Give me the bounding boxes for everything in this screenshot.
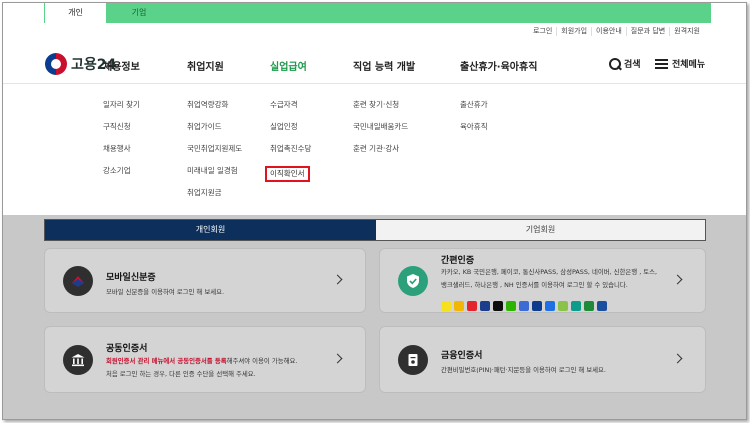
auth-provider-logo-icon <box>545 301 555 311</box>
tab-personal-member[interactable]: 개인회원 <box>45 220 376 240</box>
submenu-item[interactable]: 취업가이드 <box>187 122 242 132</box>
nav-item-parental-leave[interactable]: 출산휴가·육아휴직 <box>460 58 537 73</box>
member-type-tabs: 개인회원 기업회원 <box>44 219 706 241</box>
financial-certificate-login-card[interactable]: 금융인증서 간편비밀번호(PIN)·패턴·지문등을 이용하여 로그인 해 보세요… <box>379 326 706 393</box>
auth-provider-logo-icon <box>532 301 542 311</box>
auth-provider-logo-icon <box>454 301 464 311</box>
card-description: 모바일 신분증을 이용하여 로그인 해 보세요. <box>106 288 225 296</box>
tab-corporate-member[interactable]: 기업회원 <box>376 220 705 240</box>
submenu-col-jobs: 일자리 찾기 구직신청 채용행사 강소기업 <box>103 100 140 176</box>
auth-provider-logo-icon <box>597 301 607 311</box>
card-description-line2: 처음 로그인 하는 경우, 다른 인증 수단을 선택해 주세요. <box>106 370 256 378</box>
certificate-document-icon <box>398 344 428 375</box>
chevron-right-icon <box>672 274 683 284</box>
qna-link[interactable]: 질문과 답변 <box>625 27 669 36</box>
submenu-item[interactable]: 훈련 찾기·신청 <box>353 100 408 110</box>
submenu-item[interactable]: 육아휴직 <box>460 122 488 132</box>
submenu-item[interactable]: 구직신청 <box>103 122 140 132</box>
submenu-item[interactable]: 국민취업지원제도 <box>187 144 242 154</box>
login-panel-dimmed: 개인회원 기업회원 모바일신분증 모바일 신분증을 이용하여 로그인 해 보세요… <box>3 215 746 419</box>
search-icon <box>609 57 621 70</box>
search-button[interactable]: 검색 <box>609 57 641 70</box>
mobile-id-login-card[interactable]: 모바일신분증 모바일 신분증을 이용하여 로그인 해 보세요. <box>44 248 366 313</box>
submenu-col-vocational-training: 훈련 찾기·신청 국민내일배움카드 훈련 기관·강사 <box>353 100 408 154</box>
card-description-line2: 뱅크샐러드, 하나은행 , NH 인증서를 이용하여 로그인 할 수 있습니다. <box>441 281 628 289</box>
submenu-item[interactable]: 출산휴가 <box>460 100 488 110</box>
submenu-item[interactable]: 채용행사 <box>103 144 140 154</box>
card-description: 간편비밀번호(PIN)·패턴·지문등을 이용하여 로그인 해 보세요. <box>441 366 606 374</box>
card-title: 모바일신분증 <box>106 273 156 283</box>
notice-rest: 해주셔야 이용이 가능해요. <box>226 357 298 365</box>
submenu-item[interactable]: 일자리 찾기 <box>103 100 140 110</box>
card-description-line1: 카카오, KB 국민은행, 페이코, 통신사PASS, 삼성PASS, 네이버,… <box>441 268 658 276</box>
submenu-item[interactable]: 미래내일 일경험 <box>187 166 242 176</box>
auth-provider-logo-icon <box>493 301 503 311</box>
mobile-id-icon <box>63 265 93 296</box>
submenu-item[interactable]: 취업역량강화 <box>187 100 242 110</box>
submenu-item[interactable]: 실업인정 <box>270 122 311 132</box>
submenu-item-separation-certificate[interactable]: 이직확인서 <box>265 166 310 182</box>
auth-provider-logos <box>441 301 607 311</box>
submenu-col-employment-support: 취업역량강화 취업가이드 국민취업지원제도 미래내일 일경험 취업지원금 <box>187 100 242 198</box>
auth-provider-logo-icon <box>441 301 451 311</box>
submenu-item[interactable]: 취업지원금 <box>187 188 242 198</box>
bank-building-icon <box>63 344 93 375</box>
chevron-right-icon <box>332 353 343 363</box>
submenu-item[interactable]: 훈련 기관·강사 <box>353 144 408 154</box>
nav-item-unemployment-benefits[interactable]: 실업급여 <box>270 58 307 73</box>
login-link[interactable]: 로그인 <box>529 27 556 36</box>
nav-item-vocational-training[interactable]: 직업 능력 개발 <box>353 58 415 73</box>
submenu-col-parental-leave: 출산휴가 육아휴직 <box>460 100 488 132</box>
auth-provider-logo-icon <box>519 301 529 311</box>
nav-item-jobs[interactable]: 채용정보 <box>103 58 140 73</box>
hamburger-icon <box>655 58 668 69</box>
card-title: 간편인증 <box>441 256 475 266</box>
remote-support-link[interactable]: 원격지원 <box>669 27 704 36</box>
register-certificate-notice: 회원인증서 관리 메뉴에서 공동인증서를 등록 <box>106 357 227 365</box>
submenu-item[interactable]: 국민내일배움카드 <box>353 122 408 132</box>
mega-menu-dropdown: 일자리 찾기 구직신청 채용행사 강소기업 취업역량강화 취업가이드 국민취업지… <box>3 84 746 215</box>
chevron-right-icon <box>672 353 683 363</box>
tab-corp[interactable]: 기업 <box>106 3 172 23</box>
usage-guide-link[interactable]: 이용안내 <box>591 27 626 36</box>
submenu-item[interactable]: 강소기업 <box>103 166 140 176</box>
auth-provider-logo-icon <box>467 301 477 311</box>
auth-provider-logo-icon <box>584 301 594 311</box>
browser-frame: 개인 기업 로그인 회원가입 이용안내 질문과 답변 원격지원 고용24 채용정… <box>2 2 747 420</box>
search-label: 검색 <box>624 60 641 70</box>
auth-provider-logo-icon <box>558 301 568 311</box>
card-title: 금융인증서 <box>441 351 483 361</box>
utility-links: 로그인 회원가입 이용안내 질문과 답변 원격지원 <box>529 27 704 36</box>
audience-tab-bar: 개인 기업 <box>44 3 711 23</box>
submenu-item[interactable]: 취업촉진수당 <box>270 144 311 154</box>
shield-check-icon <box>398 265 428 296</box>
signup-link[interactable]: 회원가입 <box>556 27 591 36</box>
auth-provider-logo-icon <box>506 301 516 311</box>
all-menu-button[interactable]: 전체메뉴 <box>655 57 705 70</box>
chevron-right-icon <box>332 274 343 284</box>
card-title: 공동인증서 <box>106 344 148 354</box>
all-menu-label: 전체메뉴 <box>672 60 706 70</box>
auth-provider-logo-icon <box>571 301 581 311</box>
submenu-item[interactable]: 수급자격 <box>270 100 311 110</box>
tab-person[interactable]: 개인 <box>44 3 106 23</box>
simple-auth-login-card[interactable]: 간편인증 카카오, KB 국민은행, 페이코, 통신사PASS, 삼성PASS,… <box>379 248 706 313</box>
auth-provider-logo-icon <box>480 301 490 311</box>
submenu-col-unemployment-benefits: 수급자격 실업인정 취업촉진수당 이직확인서 <box>265 100 311 182</box>
card-description-line1: 회원인증서 관리 메뉴에서 공동인증서를 등록해주셔야 이용이 가능해요. <box>106 355 297 367</box>
joint-certificate-login-card[interactable]: 공동인증서 회원인증서 관리 메뉴에서 공동인증서를 등록해주셔야 이용이 가능… <box>44 326 366 393</box>
nav-item-employment-support[interactable]: 취업지원 <box>187 58 224 73</box>
